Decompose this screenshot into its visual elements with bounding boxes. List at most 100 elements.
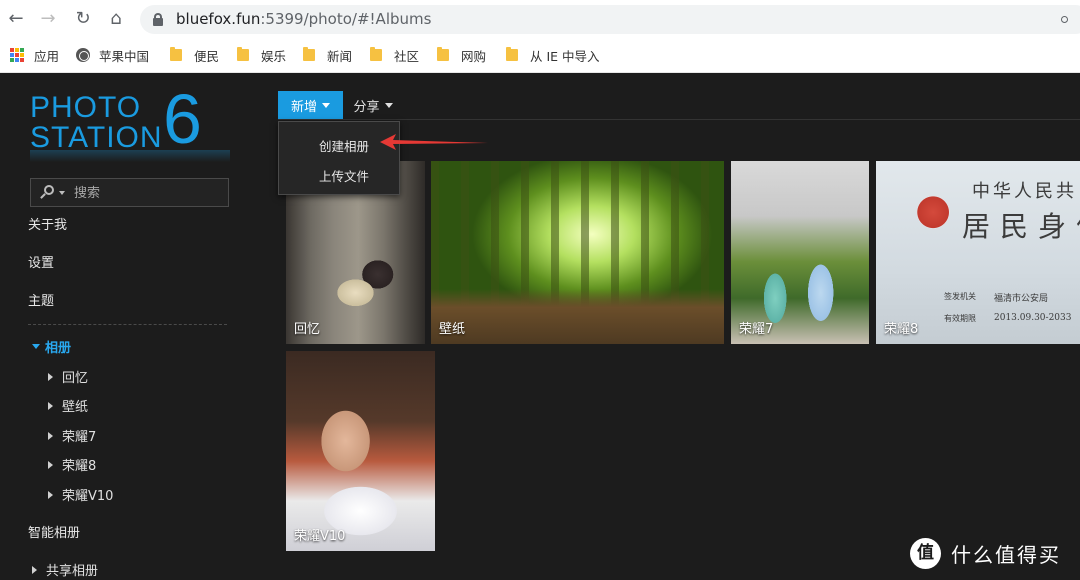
new-button[interactable]: 新增 <box>278 91 343 119</box>
folder-icon <box>237 47 249 61</box>
bookmark-folder[interactable]: 便民 <box>170 46 219 64</box>
menu-item-upload-files[interactable]: 上传文件 <box>319 166 369 185</box>
sidebar-item-label: 回忆 <box>62 371 89 386</box>
globe-icon <box>76 48 90 62</box>
album-title: 荣耀8 <box>884 322 919 337</box>
bookmarks-bar: 应用 苹果中国 便民 娱乐 新闻 社区 网购 从 IE 中导入 <box>0 38 1080 73</box>
bookmark-label: 新闻 <box>327 48 353 64</box>
toolbar-divider <box>278 119 1080 120</box>
url-path: :5399/photo/#!Albums <box>260 10 432 28</box>
bookmark-label: 娱乐 <box>261 48 287 64</box>
bookmark-label: 应用 <box>34 48 60 64</box>
album-title: 荣耀7 <box>739 322 774 337</box>
sidebar-album-honor7[interactable]: 荣耀7 <box>48 426 96 445</box>
back-icon[interactable]: ← <box>6 9 26 29</box>
logo-version: 6 <box>163 80 202 158</box>
chevron-down-icon <box>322 102 330 108</box>
album-title: 回忆 <box>294 322 321 337</box>
album-title: 壁纸 <box>439 322 466 337</box>
annotation-arrow <box>380 134 488 150</box>
id-card-title-top: 中华人民共 <box>972 181 1077 202</box>
reload-icon[interactable]: ↻ <box>73 9 93 29</box>
sidebar-item-label: 共享相册 <box>46 564 99 579</box>
folder-icon <box>506 47 518 61</box>
id-card-valid-label: 有效期限 <box>944 314 976 323</box>
bookmark-folder[interactable]: 社区 <box>370 46 419 64</box>
sidebar-item-albums[interactable]: 相册 <box>32 337 71 356</box>
id-card-issuer-value: 福清市公安局 <box>994 294 1049 304</box>
lock-icon[interactable] <box>153 13 163 26</box>
sidebar-item-about[interactable]: 关于我 <box>28 214 67 233</box>
bookmark-folder[interactable]: 网购 <box>437 46 486 64</box>
bookmark-label: 苹果中国 <box>99 48 150 64</box>
sidebar-item-smart-albums[interactable]: 智能相册 <box>28 522 80 541</box>
album-card-honorv10[interactable]: 荣耀V10 <box>286 351 435 551</box>
folder-icon <box>170 47 182 61</box>
sidebar-item-label: 荣耀7 <box>62 430 97 445</box>
chevron-down-icon <box>384 102 393 108</box>
sidebar-item-theme[interactable]: 主题 <box>28 290 54 309</box>
chevron-right-icon <box>48 372 53 381</box>
bookmark-apps[interactable]: 应用 <box>10 46 59 64</box>
sidebar-item-settings[interactable]: 设置 <box>28 252 54 271</box>
share-button-label: 分享 <box>353 99 380 115</box>
bookmark-label: 便民 <box>194 48 220 64</box>
search-box[interactable] <box>30 178 229 207</box>
logo-reflection <box>30 150 230 162</box>
watermark-glyph: 值 <box>917 542 934 563</box>
id-card-issuer-label: 签发机关 <box>944 292 976 301</box>
sidebar-item-label: 荣耀V10 <box>62 489 114 504</box>
chevron-right-icon <box>32 565 37 574</box>
browser-toolbar: ← → ↻ ⌂ bluefox.fun:5399/photo/#!Albums <box>0 0 1080 38</box>
home-icon[interactable]: ⌂ <box>106 9 126 29</box>
bookmark-folder[interactable]: 娱乐 <box>237 46 286 64</box>
bookmark-folder[interactable]: 新闻 <box>303 46 352 64</box>
search-icon[interactable] <box>40 185 54 199</box>
new-button-label: 新增 <box>290 99 317 115</box>
folder-icon <box>303 47 315 61</box>
chevron-right-icon <box>48 460 53 469</box>
watermark-text: 什么值得买 <box>951 542 1061 567</box>
address-bar[interactable]: bluefox.fun:5399/photo/#!Albums <box>140 5 1080 34</box>
id-card-valid-value: 2013.09.30-2033 <box>994 313 1072 323</box>
apps-grid-icon <box>10 48 24 62</box>
sidebar-item-label: 荣耀8 <box>62 459 97 474</box>
id-card-title-main: 居民身份 <box>962 210 1080 243</box>
album-card-wallpaper[interactable]: 壁纸 <box>431 161 724 344</box>
expand-icon <box>32 344 40 349</box>
folder-icon <box>437 47 449 61</box>
url-indicator-icon[interactable] <box>1061 16 1068 23</box>
sidebar-divider <box>28 324 227 325</box>
sidebar: PHOTO STATION 6 关于我 设置 主题 相册 回忆 壁纸 荣耀7 荣… <box>0 74 255 580</box>
sidebar-item-shared-albums[interactable]: 共享相册 <box>32 560 98 579</box>
sidebar-album-memories[interactable]: 回忆 <box>48 367 88 386</box>
chevron-right-icon <box>48 431 53 440</box>
sidebar-item-label: 相册 <box>45 341 72 356</box>
site-watermark: 值 什么值得买 <box>910 537 1061 569</box>
bookmark-apple-china[interactable]: 苹果中国 <box>76 46 149 64</box>
arrow-shape <box>380 134 488 150</box>
photo-station-logo[interactable]: PHOTO STATION 6 <box>30 84 230 168</box>
bookmark-folder[interactable]: 从 IE 中导入 <box>506 46 600 64</box>
search-input[interactable] <box>74 184 224 202</box>
sidebar-album-honorv10[interactable]: 荣耀V10 <box>48 485 113 504</box>
logo-text-station: STATION <box>30 121 163 154</box>
sidebar-album-honor8[interactable]: 荣耀8 <box>48 455 96 474</box>
bookmark-label: 从 IE 中导入 <box>530 48 600 64</box>
forward-icon[interactable]: → <box>38 9 58 29</box>
chevron-down-icon[interactable] <box>59 191 65 195</box>
logo-text-photo: PHOTO <box>30 91 142 124</box>
chevron-right-icon <box>48 401 53 410</box>
folder-icon <box>370 47 382 61</box>
share-button[interactable]: 分享 <box>344 91 402 119</box>
album-card-honor8[interactable]: 中华人民共 居民身份 签发机关 福清市公安局 有效期限 2013.09.30-2… <box>876 161 1080 344</box>
chevron-right-icon <box>48 490 53 499</box>
sidebar-album-wallpaper[interactable]: 壁纸 <box>48 396 88 415</box>
url-text[interactable]: bluefox.fun:5399/photo/#!Albums <box>176 10 431 28</box>
menu-item-create-album[interactable]: 创建相册 <box>319 136 369 155</box>
bookmark-label: 社区 <box>394 48 420 64</box>
watermark-logo-icon: 值 <box>910 537 941 569</box>
album-card-honor7[interactable]: 荣耀7 <box>731 161 869 344</box>
url-host: bluefox.fun <box>176 10 261 28</box>
album-title: 荣耀V10 <box>294 529 346 544</box>
